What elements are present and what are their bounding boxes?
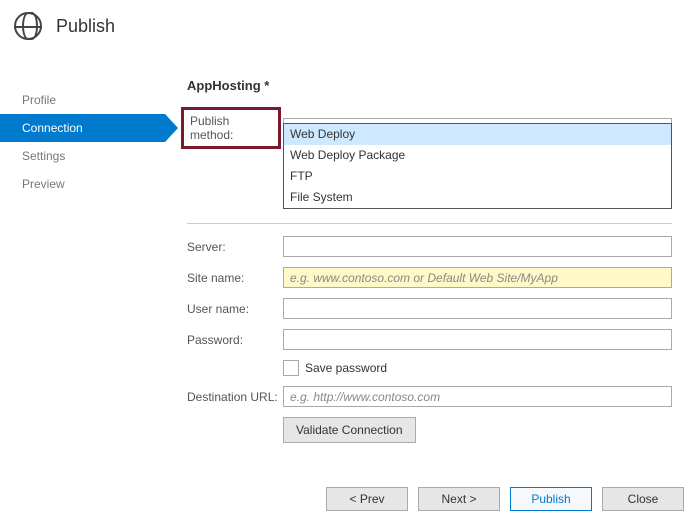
- destination-row: Destination URL:: [187, 386, 672, 407]
- dropdown-option[interactable]: Web Deploy Package: [284, 145, 671, 166]
- destination-url-input[interactable]: [283, 386, 672, 407]
- section-heading: AppHosting *: [187, 78, 672, 93]
- user-label: User name:: [187, 302, 283, 316]
- dialog-header: Publish: [0, 0, 700, 50]
- dropdown-option[interactable]: File System: [284, 187, 671, 208]
- destination-label: Destination URL:: [187, 390, 283, 404]
- dialog-title: Publish: [56, 16, 115, 37]
- password-row: Password:: [187, 329, 672, 350]
- divider: [187, 223, 672, 224]
- server-label: Server:: [187, 240, 283, 254]
- user-name-input[interactable]: [283, 298, 672, 319]
- server-row: Server:: [187, 236, 672, 257]
- prev-button[interactable]: < Prev: [326, 487, 408, 511]
- dropdown-option[interactable]: FTP: [284, 166, 671, 187]
- sidebar: Profile Connection Settings Preview: [0, 60, 165, 467]
- server-input[interactable]: [283, 236, 672, 257]
- save-password-checkbox[interactable]: [283, 360, 299, 376]
- sidebar-item-label: Connection: [22, 121, 83, 135]
- sidebar-item-connection[interactable]: Connection: [0, 114, 165, 142]
- user-row: User name:: [187, 298, 672, 319]
- sidebar-item-label: Settings: [22, 149, 65, 163]
- validate-connection-button[interactable]: Validate Connection: [283, 417, 416, 443]
- site-label: Site name:: [187, 271, 283, 285]
- dialog-body: Profile Connection Settings Preview AppH…: [0, 60, 700, 467]
- sidebar-item-profile[interactable]: Profile: [0, 86, 165, 114]
- dropdown-option[interactable]: Web Deploy: [284, 124, 671, 145]
- sidebar-item-settings[interactable]: Settings: [0, 142, 165, 170]
- site-row: Site name:: [187, 267, 672, 288]
- site-name-input[interactable]: [283, 267, 672, 288]
- save-password-label: Save password: [305, 361, 387, 375]
- publish-button[interactable]: Publish: [510, 487, 592, 511]
- sidebar-item-label: Profile: [22, 93, 56, 107]
- save-password-row: Save password: [187, 360, 672, 376]
- sidebar-item-label: Preview: [22, 177, 65, 191]
- publish-dialog: Publish Profile Connection Settings Prev…: [0, 0, 700, 527]
- sidebar-item-preview[interactable]: Preview: [0, 170, 165, 198]
- publish-method-label: Publish method:: [187, 107, 283, 149]
- publish-method-dropdown-list: Web Deploy Web Deploy Package FTP File S…: [283, 123, 672, 209]
- form-area: AppHosting * Publish method: Web Deploy …: [165, 60, 700, 467]
- validate-row: Validate Connection: [187, 417, 672, 443]
- close-button[interactable]: Close: [602, 487, 684, 511]
- next-button[interactable]: Next >: [418, 487, 500, 511]
- password-label: Password:: [187, 333, 283, 347]
- password-input[interactable]: [283, 329, 672, 350]
- globe-icon: [14, 12, 42, 40]
- dialog-footer: < Prev Next > Publish Close: [326, 487, 684, 511]
